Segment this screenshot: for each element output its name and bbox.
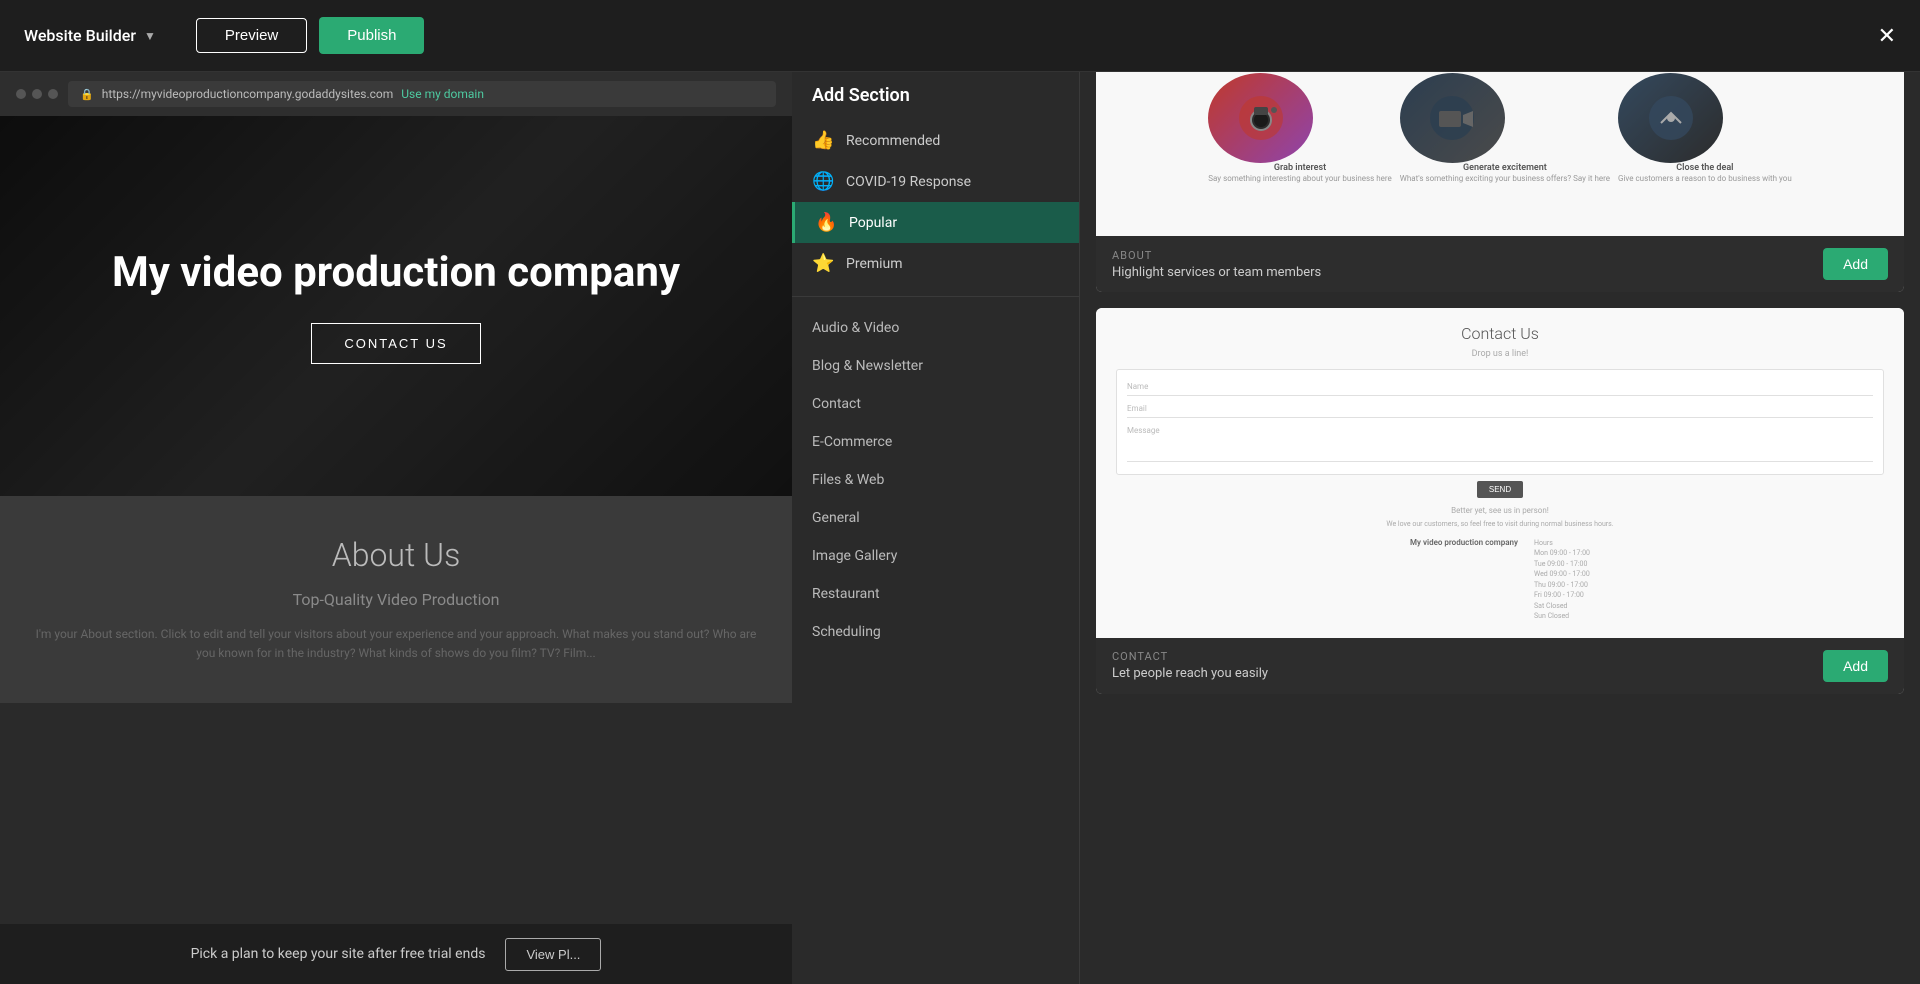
hero-section: My video production company CONTACT US — [0, 116, 792, 496]
category-restaurant[interactable]: Restaurant — [792, 575, 1079, 613]
add-section-header: Add Section — [792, 67, 1079, 116]
nav-label-recommended: Recommended — [846, 133, 940, 149]
contact-card-desc: Let people reach you easily — [1112, 666, 1268, 681]
nav-items: 👍 Recommended 🌐 COVID-19 Response 🔥 Popu… — [792, 116, 1079, 288]
recommended-icon: 👍 — [812, 130, 834, 151]
contact-footer-company: My video production company — [1410, 538, 1518, 622]
nav-item-covid[interactable]: 🌐 COVID-19 Response — [792, 161, 1079, 202]
about-body: I'm your About section. Click to edit an… — [30, 625, 762, 663]
about-card-desc: Highlight services or team members — [1112, 265, 1321, 280]
about-card-info: ABOUT Highlight services or team members — [1112, 249, 1321, 280]
add-contact-button[interactable]: Add — [1823, 650, 1888, 682]
form-field-email: Email — [1127, 400, 1873, 418]
nav-item-premium[interactable]: ⭐ Premium — [792, 243, 1079, 284]
popular-icon: 🔥 — [815, 212, 837, 233]
form-field-message: Message — [1127, 422, 1873, 462]
caption-title-1: Grab interest — [1208, 163, 1392, 173]
contact-footer-hours: Hours Mon 09:00 - 17:00 Tue 09:00 - 17:0… — [1534, 538, 1590, 622]
premium-icon: ⭐ — [812, 253, 834, 274]
content-panel: About Us Grab interest Say something int… — [1080, 0, 1920, 984]
nav-label-covid: COVID-19 Response — [846, 174, 971, 190]
hero-cta-button[interactable]: CONTACT US — [311, 323, 480, 364]
category-ecommerce[interactable]: E-Commerce — [792, 423, 1079, 461]
category-blog-newsletter[interactable]: Blog & Newsletter — [792, 347, 1079, 385]
contact-preview-sub: Drop us a line! — [1116, 349, 1884, 359]
contact-section-card: Contact Us Drop us a line! Name Email Me… — [1096, 308, 1904, 694]
category-image-gallery[interactable]: Image Gallery — [792, 537, 1079, 575]
trial-bar: Pick a plan to keep your site after free… — [0, 924, 792, 984]
video-svg — [1427, 93, 1477, 143]
caption-sub-2: What's something exciting your business … — [1400, 173, 1610, 184]
brand-name: Website Builder — [24, 26, 136, 45]
lock-icon: 🔒 — [80, 88, 94, 101]
category-contact[interactable]: Contact — [792, 385, 1079, 423]
caption-sub-3: Give customers a reason to do business w… — [1618, 173, 1792, 184]
view-plans-button[interactable]: View Pl... — [505, 938, 601, 971]
dot-2 — [32, 89, 42, 99]
contact-card-footer: CONTACT Let people reach you easily Add — [1096, 638, 1904, 694]
about-section: About Us Top-Quality Video Production I'… — [0, 496, 792, 703]
category-scheduling[interactable]: Scheduling — [792, 613, 1079, 651]
nav-label-premium: Premium — [846, 256, 903, 272]
brand-chevron-icon: ▼ — [144, 29, 156, 43]
deal-svg — [1646, 93, 1696, 143]
nav-item-recommended[interactable]: 👍 Recommended — [792, 120, 1079, 161]
publish-button[interactable]: Publish — [319, 17, 424, 54]
about-subtitle: Top-Quality Video Production — [30, 590, 762, 609]
about-img-3 — [1618, 73, 1723, 163]
about-section-title: About Us — [30, 536, 762, 574]
category-general[interactable]: General — [792, 499, 1079, 537]
contact-address-mock: We love our customers, so feel free to v… — [1116, 519, 1884, 530]
contact-form-mock: Name Email Message — [1116, 369, 1884, 475]
close-button[interactable]: ✕ — [1878, 23, 1896, 49]
contact-separator: Better yet, see us in person! — [1116, 506, 1884, 515]
nav-item-popular[interactable]: 🔥 Popular — [792, 202, 1079, 243]
top-bar-actions: Preview Publish — [196, 17, 425, 54]
nav-divider — [792, 296, 1079, 297]
contact-preview-title: Contact Us — [1116, 324, 1884, 343]
hero-title: My video production company — [112, 248, 680, 298]
dot-3 — [48, 89, 58, 99]
category-items: Audio & Video Blog & Newsletter Contact … — [792, 305, 1079, 655]
about-img-1 — [1208, 73, 1313, 163]
nav-label-popular: Popular — [849, 215, 897, 231]
trial-text: Pick a plan to keep your site after free… — [191, 946, 486, 962]
category-audio-video[interactable]: Audio & Video — [792, 309, 1079, 347]
caption-sub-1: Say something interesting about your bus… — [1208, 173, 1392, 184]
preview-button[interactable]: Preview — [196, 18, 307, 53]
contact-card-type: CONTACT — [1112, 650, 1268, 663]
camera-svg — [1236, 93, 1286, 143]
about-card-type: ABOUT — [1112, 249, 1321, 262]
contact-submit-mock: SEND — [1477, 481, 1523, 498]
contact-card-preview: Contact Us Drop us a line! Name Email Me… — [1096, 308, 1904, 638]
category-files-web[interactable]: Files & Web — [792, 461, 1079, 499]
preview-area: 🔒 https://myvideoproductioncompany.godad… — [0, 72, 792, 984]
caption-title-3: Close the deal — [1618, 163, 1792, 173]
add-about-button[interactable]: Add — [1823, 248, 1888, 280]
brand-logo: Website Builder ▼ — [24, 26, 156, 45]
url-text: https://myvideoproductioncompany.godaddy… — [102, 87, 394, 101]
about-preview-images: Grab interest Say something interesting … — [1116, 73, 1884, 184]
form-field-name: Name — [1127, 378, 1873, 396]
contact-footer-row: My video production company Hours Mon 09… — [1116, 538, 1884, 622]
browser-url-bar: 🔒 https://myvideoproductioncompany.godad… — [68, 81, 776, 107]
top-bar: Website Builder ▼ Preview Publish ✕ — [0, 0, 1920, 72]
dot-1 — [16, 89, 26, 99]
hero-content: My video production company CONTACT US — [92, 228, 700, 383]
contact-card-info: CONTACT Let people reach you easily — [1112, 650, 1268, 681]
side-panel: Add Section 👍 Recommended 🌐 COVID-19 Res… — [792, 0, 1080, 984]
browser-bar: 🔒 https://myvideoproductioncompany.godad… — [0, 72, 792, 116]
caption-title-2: Generate excitement — [1400, 163, 1610, 173]
about-card-footer: ABOUT Highlight services or team members… — [1096, 236, 1904, 292]
browser-dots — [16, 89, 58, 99]
about-img-2 — [1400, 73, 1505, 163]
covid-icon: 🌐 — [812, 171, 834, 192]
use-domain-link[interactable]: Use my domain — [401, 87, 484, 101]
